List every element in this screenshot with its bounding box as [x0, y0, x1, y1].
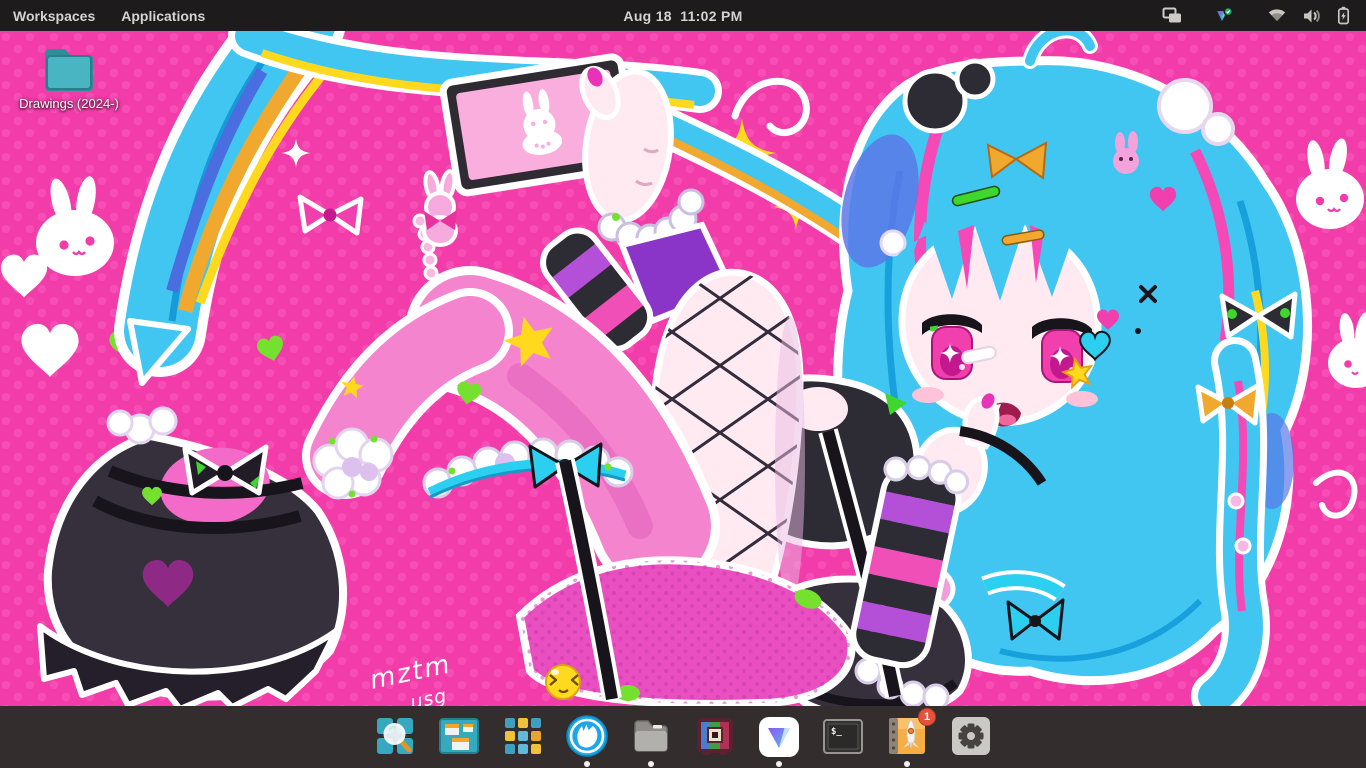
wifi-icon[interactable] — [1267, 8, 1287, 23]
desktop[interactable]: mztm usg Drawings (2024-) — [0, 31, 1366, 706]
dock-librewolf-browser[interactable] — [565, 716, 609, 766]
dock: $_ 1 — [0, 706, 1366, 768]
desktop-icon-label: Drawings (2024-) — [19, 96, 119, 111]
dock-terminal[interactable]: $_ — [821, 716, 865, 766]
volume-icon[interactable] — [1302, 8, 1322, 24]
dock-protonvpn[interactable] — [757, 716, 801, 766]
notification-badge: 1 — [918, 708, 936, 726]
librewolf-icon — [565, 714, 609, 758]
dock-pixel-art-app[interactable] — [693, 716, 737, 766]
top-panel: Workspaces Applications Aug 18 11:02 PM — [0, 0, 1366, 31]
file-manager-icon — [631, 716, 671, 756]
wallpaper-illustration: mztm usg — [0, 31, 1366, 706]
dock-app-grid[interactable] — [501, 716, 545, 766]
protonvpn-tray-icon[interactable] — [1215, 7, 1234, 24]
menu-workspaces[interactable]: Workspaces — [13, 8, 95, 24]
gear-icon — [951, 716, 991, 756]
battery-charging-icon[interactable] — [1337, 6, 1350, 25]
dock-file-manager[interactable] — [629, 716, 673, 766]
dock-application-finder[interactable] — [373, 716, 417, 766]
folder-icon — [40, 41, 98, 95]
application-finder-icon — [375, 716, 415, 756]
dock-workspaces-settings[interactable] — [437, 716, 481, 766]
smiley-ball — [546, 665, 580, 699]
terminal-prompt-glyph: $_ — [831, 727, 842, 737]
protonvpn-icon — [758, 716, 800, 758]
running-indicator — [776, 761, 782, 767]
workspaces-settings-icon — [439, 716, 479, 756]
running-indicator — [904, 761, 910, 767]
running-indicator — [584, 761, 590, 767]
dock-comic-reader[interactable]: 1 — [885, 716, 929, 766]
panel-clock[interactable]: Aug 18 11:02 PM — [623, 8, 742, 24]
running-indicator — [648, 761, 654, 767]
pixel-art-app-icon — [695, 716, 735, 756]
menu-applications[interactable]: Applications — [121, 8, 205, 24]
dock-settings[interactable] — [949, 716, 993, 766]
desktop-icon-drawings[interactable]: Drawings (2024-) — [14, 41, 124, 111]
app-grid-icon — [503, 716, 543, 756]
terminal-icon: $_ — [823, 719, 863, 755]
panel-menus: Workspaces Applications — [0, 8, 205, 24]
windows-indicator-icon[interactable] — [1162, 7, 1182, 24]
system-tray — [1162, 6, 1366, 25]
